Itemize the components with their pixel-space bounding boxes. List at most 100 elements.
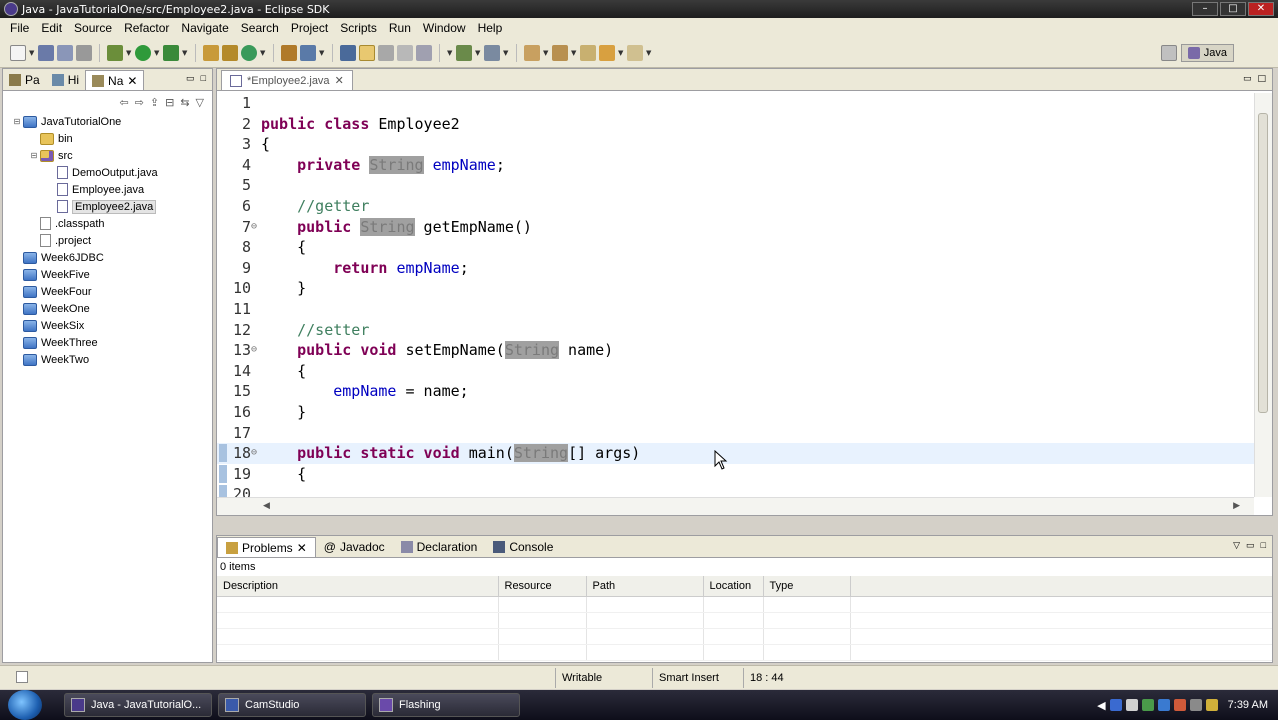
maximize-button[interactable]: □	[1220, 2, 1246, 16]
scroll-left-icon[interactable]: ◀	[263, 501, 270, 511]
back-icon[interactable]: ⇦	[119, 96, 128, 109]
start-button[interactable]	[8, 690, 42, 720]
fast-view-icon[interactable]	[16, 671, 28, 683]
code-line[interactable]: 1	[217, 93, 1254, 114]
code-line[interactable]: 11	[217, 299, 1254, 320]
tree-item[interactable]: WeekThree	[3, 334, 212, 351]
close-icon[interactable]: ✕	[127, 74, 137, 88]
code-line[interactable]: 10 }	[217, 278, 1254, 299]
tree-item[interactable]: .project	[3, 232, 212, 249]
tray-update-icon[interactable]	[1205, 699, 1218, 711]
task-eclipse[interactable]: Java - JavaTutorialO...	[64, 693, 212, 717]
close-icon[interactable]: ✕	[297, 541, 307, 555]
close-icon[interactable]: ✕	[335, 74, 344, 87]
menu-file[interactable]: File	[4, 21, 35, 35]
forward-dropdown-icon[interactable]: ▼	[646, 49, 652, 57]
tree-toggle-icon[interactable]: ⊟	[11, 117, 23, 126]
tray-bluetooth-icon[interactable]	[1157, 699, 1170, 711]
forward-icon[interactable]	[627, 44, 643, 61]
menu-window[interactable]: Window	[417, 21, 472, 35]
tree-item[interactable]: .classpath	[3, 215, 212, 232]
back-arrow-icon[interactable]	[580, 44, 596, 61]
minimize-icon[interactable]: ▭	[1243, 74, 1252, 84]
tray-network-icon[interactable]	[1109, 699, 1122, 711]
save-all-icon[interactable]	[57, 44, 73, 61]
clock[interactable]: 7:39 AM	[1228, 699, 1268, 711]
fold-toggle-icon[interactable]: ⊖	[251, 217, 261, 238]
run-icon[interactable]	[135, 44, 151, 61]
code-line[interactable]: 17	[217, 423, 1254, 444]
code-line[interactable]: 4 private String empName;	[217, 155, 1254, 176]
open-type-icon[interactable]	[281, 44, 297, 61]
tree-item[interactable]: WeekSix	[3, 317, 212, 334]
menu-navigate[interactable]: Navigate	[175, 21, 234, 35]
pin-editor-dropdown-icon[interactable]: ▼	[571, 49, 577, 57]
next-annotation-dropdown-icon[interactable]: ▼	[475, 49, 481, 57]
show-whitespace-icon[interactable]	[397, 44, 413, 61]
column-description[interactable]: Description	[217, 576, 499, 597]
tab-employee2-java[interactable]: *Employee2.java ✕	[221, 70, 353, 90]
tree-item[interactable]: ⊟ src	[3, 147, 212, 164]
column-type[interactable]: Type	[763, 576, 851, 597]
print-icon[interactable]	[76, 44, 92, 61]
forward-icon[interactable]: ⇨	[135, 96, 144, 109]
collapse-all-icon[interactable]: ⊟	[165, 96, 174, 109]
tab-package-explorer[interactable]: Pa	[3, 70, 46, 90]
tree-toggle-icon[interactable]: ⊟	[28, 151, 40, 160]
task-flashing[interactable]: Flashing	[372, 693, 520, 717]
menu-search[interactable]: Search	[235, 21, 285, 35]
last-edit-icon[interactable]	[524, 44, 540, 61]
code-line[interactable]: 7 ⊖ public String getEmpName()	[217, 217, 1254, 238]
code-line[interactable]: 2 public class Employee2	[217, 114, 1254, 135]
task-camstudio[interactable]: CamStudio	[218, 693, 366, 717]
save-icon[interactable]	[38, 44, 54, 61]
code-line[interactable]: 19 {	[217, 464, 1254, 485]
external-tools-dropdown-icon[interactable]: ▼	[182, 49, 188, 57]
minimize-icon[interactable]: ▭	[186, 73, 195, 84]
tab-console[interactable]: Console	[485, 537, 561, 557]
new-class-icon[interactable]	[241, 44, 257, 61]
mark-occurrences-icon[interactable]	[359, 44, 375, 61]
menu-run[interactable]: Run	[383, 21, 417, 35]
code-line[interactable]: 3{	[217, 134, 1254, 155]
tab-javadoc[interactable]: @ Javadoc	[316, 537, 393, 557]
last-edit-dropdown-icon[interactable]: ▼	[543, 49, 549, 57]
maximize-icon[interactable]: □	[1261, 540, 1266, 551]
code-line[interactable]: 5	[217, 175, 1254, 196]
scroll-right-icon[interactable]: ▶	[1233, 501, 1240, 511]
column-path[interactable]: Path	[586, 576, 704, 597]
fold-toggle-icon[interactable]: ⊖	[251, 340, 261, 361]
toggle-comment-icon[interactable]	[416, 44, 432, 61]
debug-icon[interactable]	[107, 44, 123, 61]
tab-hierarchy[interactable]: Hi	[46, 70, 85, 90]
horizontal-scrollbar[interactable]: ◀ ▶	[217, 497, 1254, 515]
search-dropdown-icon[interactable]: ▼	[319, 49, 325, 57]
menu-edit[interactable]: Edit	[35, 21, 68, 35]
prev-annotation-icon[interactable]	[484, 44, 500, 61]
tree-item[interactable]: Employee.java	[3, 181, 212, 198]
vertical-scrollbar[interactable]	[1254, 93, 1272, 497]
next-annotation-icon[interactable]	[456, 44, 472, 61]
java-perspective-button[interactable]: Java	[1180, 43, 1234, 62]
code-editor[interactable]: 1 2 public class Employee2 3{4 private Stri…	[217, 93, 1254, 497]
tree-item[interactable]: WeekOne	[3, 300, 212, 317]
tray-security-icon[interactable]	[1173, 699, 1186, 711]
scroll-thumb[interactable]	[1258, 113, 1268, 413]
search-icon[interactable]	[300, 44, 316, 61]
maximize-icon[interactable]: □	[201, 73, 206, 84]
new-java-project-icon[interactable]	[203, 44, 219, 61]
new-dropdown-icon[interactable]: ▼	[29, 49, 35, 57]
pin-editor-icon[interactable]	[552, 44, 568, 61]
back-icon[interactable]	[599, 44, 615, 61]
new-package-icon[interactable]	[222, 44, 238, 61]
maximize-icon[interactable]: □	[1257, 74, 1266, 84]
prev-annotation-dropdown-icon[interactable]: ▼	[503, 49, 509, 57]
tree-item[interactable]: Employee2.java	[3, 198, 212, 215]
tree-item[interactable]: ⊟ JavaTutorialOne	[3, 113, 212, 130]
tree-item[interactable]: DemoOutput.java	[3, 164, 212, 181]
tree-item[interactable]: bin	[3, 130, 212, 147]
menu-project[interactable]: Project	[285, 21, 334, 35]
new-icon[interactable]	[10, 44, 26, 61]
close-button[interactable]: ✕	[1248, 2, 1274, 16]
tree-item[interactable]: WeekFour	[3, 283, 212, 300]
